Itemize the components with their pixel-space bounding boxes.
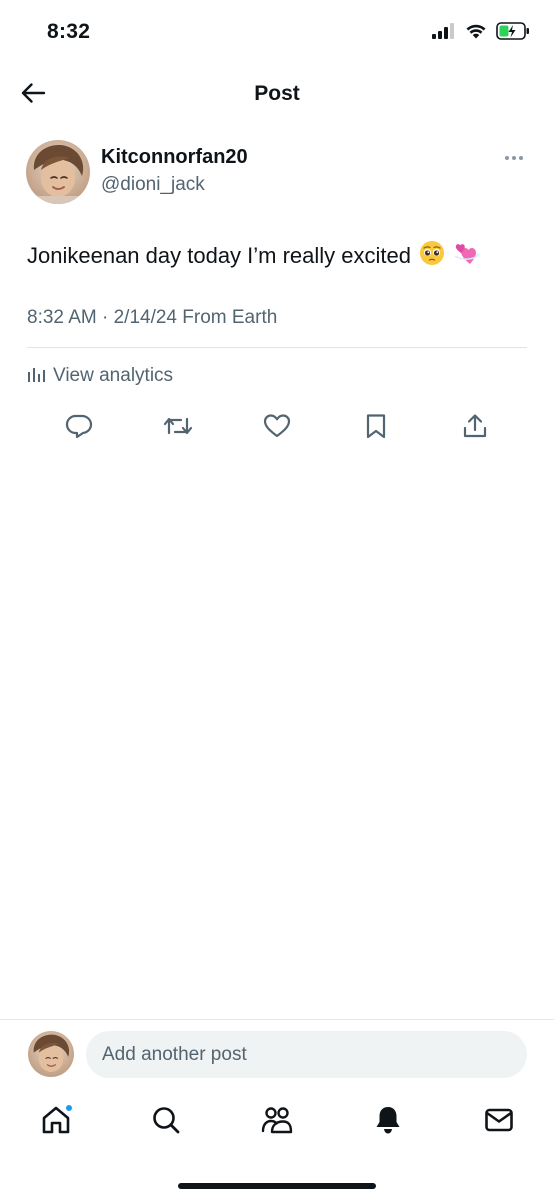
like-icon bbox=[263, 413, 291, 444]
post-location: From Earth bbox=[182, 307, 278, 328]
post-meta: 8:32 AM · 2/14/24 From Earth bbox=[27, 307, 277, 329]
post-actions bbox=[0, 410, 554, 446]
analytics-icon bbox=[27, 364, 47, 388]
analytics-label: View analytics bbox=[53, 365, 174, 386]
tab-home[interactable] bbox=[36, 1102, 76, 1142]
status-bar: 8:32 bbox=[0, 0, 554, 66]
communities-icon bbox=[260, 1104, 294, 1141]
display-name[interactable]: Kitconnorfan20 bbox=[101, 146, 248, 169]
post-text: Jonikeenan day today I’m really excited bbox=[27, 240, 481, 272]
revolving-hearts-emoji bbox=[453, 240, 481, 272]
header: Post bbox=[0, 70, 554, 118]
share-icon bbox=[462, 413, 488, 444]
tab-search[interactable] bbox=[146, 1102, 186, 1142]
tab-messages[interactable] bbox=[479, 1102, 519, 1142]
bookmark-button[interactable] bbox=[358, 410, 394, 446]
search-icon bbox=[150, 1104, 182, 1141]
reply-button[interactable] bbox=[61, 410, 97, 446]
reply-input[interactable] bbox=[86, 1031, 527, 1078]
status-time: 8:32 bbox=[47, 20, 91, 43]
post-body: Jonikeenan day today I’m really excited bbox=[27, 243, 411, 268]
messages-icon bbox=[483, 1104, 515, 1141]
tab-bar bbox=[0, 1098, 554, 1148]
more-dot bbox=[512, 156, 516, 160]
page-title: Post bbox=[254, 82, 300, 105]
divider bbox=[27, 347, 527, 348]
tab-communities[interactable] bbox=[257, 1102, 297, 1142]
reply-icon bbox=[65, 413, 93, 444]
notifications-icon bbox=[372, 1104, 404, 1141]
repost-button[interactable] bbox=[160, 410, 196, 446]
repost-icon bbox=[163, 413, 193, 444]
user-handle[interactable]: @dioni_jack bbox=[101, 174, 205, 196]
home-indicator[interactable] bbox=[178, 1183, 376, 1189]
bookmark-icon bbox=[364, 413, 388, 444]
more-options-button[interactable] bbox=[500, 148, 528, 168]
like-button[interactable] bbox=[259, 410, 295, 446]
home-notification-dot bbox=[65, 1104, 73, 1112]
cellular-signal-icon bbox=[432, 23, 456, 44]
view-analytics-link[interactable]: View analytics bbox=[27, 364, 173, 388]
share-button[interactable] bbox=[457, 410, 493, 446]
more-dot bbox=[519, 156, 523, 160]
post-timestamp: 8:32 AM · 2/14/24 bbox=[27, 307, 177, 328]
battery-charging-icon bbox=[496, 22, 530, 45]
wifi-icon bbox=[465, 23, 487, 44]
status-icons bbox=[432, 22, 530, 45]
tab-notifications[interactable] bbox=[368, 1102, 408, 1142]
reply-divider bbox=[0, 1019, 554, 1020]
more-dot bbox=[505, 156, 509, 160]
avatar[interactable] bbox=[26, 140, 90, 204]
pleading-face-emoji bbox=[419, 240, 445, 272]
current-user-avatar[interactable] bbox=[28, 1031, 74, 1077]
